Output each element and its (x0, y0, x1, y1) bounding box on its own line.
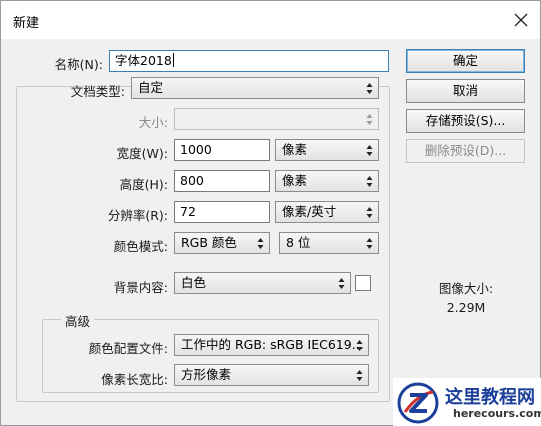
pixel-aspect-select[interactable]: 方形像素 (174, 364, 369, 386)
color-profile-label: 颜色配置文件: (88, 341, 168, 356)
width-unit-value: 像素 (282, 142, 308, 157)
select-arrows-icon (366, 83, 373, 94)
select-arrows-icon (257, 238, 264, 249)
watermark-title: 这里教程网 (445, 387, 535, 408)
color-mode-label: 颜色模式: (113, 239, 168, 254)
select-arrows-icon (366, 114, 373, 125)
advanced-title: 高级 (61, 311, 95, 330)
select-arrows-icon (338, 278, 345, 289)
image-size-value: 2.29M (446, 300, 486, 315)
height-label: 高度(H): (119, 177, 168, 192)
color-mode-select[interactable]: RGB 颜色 (174, 232, 270, 254)
color-profile-value: 工作中的 RGB: sRGB IEC619... (181, 337, 364, 352)
title-bar: 新建 (1, 1, 540, 39)
resolution-label: 分辨率(R): (107, 208, 168, 223)
width-label: 宽度(W): (116, 146, 168, 161)
height-unit-value: 像素 (282, 173, 308, 188)
watermark-logo-icon (397, 382, 439, 424)
size-select (174, 108, 379, 130)
color-profile-select[interactable]: 工作中的 RGB: sRGB IEC619... (174, 334, 369, 356)
color-mode-value: RGB 颜色 (181, 235, 237, 250)
pixel-aspect-value: 方形像素 (181, 367, 232, 382)
resolution-unit-select[interactable]: 像素/英寸 (275, 201, 379, 223)
bit-depth-value: 8 位 (286, 235, 311, 250)
background-label: 背景内容: (113, 280, 168, 295)
image-size-label: 图像大小: (438, 281, 494, 296)
name-input[interactable]: 字体2018 (109, 50, 389, 72)
size-label: 大小: (138, 115, 168, 130)
background-value: 白色 (181, 275, 207, 290)
width-input[interactable]: 1000 (174, 139, 270, 161)
ok-button[interactable]: 确定 (406, 49, 525, 73)
select-arrows-icon (366, 207, 373, 218)
width-unit-select[interactable]: 像素 (275, 139, 379, 161)
dialog-title: 新建 (13, 16, 40, 31)
resolution-input[interactable]: 72 (174, 201, 270, 223)
name-value: 字体2018 (115, 53, 172, 68)
bit-depth-select[interactable]: 8 位 (279, 232, 379, 254)
resolution-unit-value: 像素/英寸 (282, 204, 337, 219)
select-arrows-icon (356, 370, 363, 381)
doc-type-value: 自定 (138, 80, 164, 95)
select-arrows-icon (356, 340, 363, 351)
new-document-dialog: 新建 名称(N): 字体2018 文档类型: 自定 大小: 宽度(W): 100… (0, 0, 541, 426)
delete-preset-button: 删除预设(D)... (406, 139, 525, 163)
select-arrows-icon (366, 145, 373, 156)
doc-type-select[interactable]: 自定 (131, 77, 379, 99)
close-icon (514, 13, 528, 27)
close-button[interactable] (502, 1, 540, 39)
background-color-swatch[interactable] (355, 275, 371, 291)
height-input[interactable]: 800 (174, 170, 270, 192)
height-unit-select[interactable]: 像素 (275, 170, 379, 192)
watermark: 这里教程网 herecours.com (393, 378, 541, 426)
background-select[interactable]: 白色 (174, 272, 351, 294)
cancel-button[interactable]: 取消 (406, 79, 525, 103)
watermark-url: herecours.com (453, 407, 541, 420)
save-preset-button[interactable]: 存储预设(S)... (406, 109, 525, 133)
doc-type-label: 文档类型: (70, 84, 125, 99)
pixel-aspect-label: 像素长宽比: (101, 372, 168, 387)
select-arrows-icon (366, 238, 373, 249)
select-arrows-icon (366, 176, 373, 187)
name-label: 名称(N): (54, 57, 103, 72)
